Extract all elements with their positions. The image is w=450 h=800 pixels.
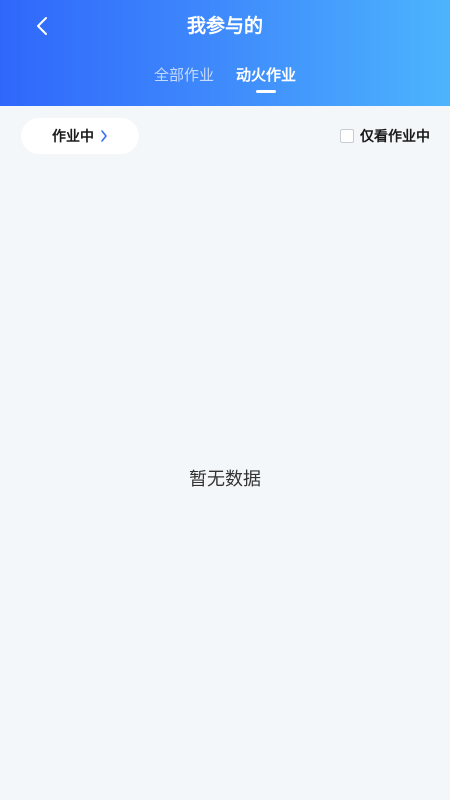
tab-bar: 全部作业 动火作业 (0, 63, 450, 93)
tab-all-work[interactable]: 全部作业 (154, 63, 214, 87)
header-bar: 我参与的 全部作业 动火作业 (0, 0, 450, 106)
status-filter-label: 作业中 (52, 129, 94, 145)
tab-hot-work[interactable]: 动火作业 (236, 63, 297, 93)
active-tab-indicator (256, 90, 276, 93)
only-working-label: 仅看作业中 (360, 129, 430, 145)
tab-hot-work-label: 动火作业 (236, 66, 297, 84)
empty-state-message: 暂无数据 (189, 469, 261, 490)
only-working-toggle[interactable]: 仅看作业中 (340, 126, 430, 146)
status-filter-button[interactable]: 作业中 (21, 118, 139, 154)
tab-all-work-label: 全部作业 (153, 66, 214, 84)
chevron-right-icon (101, 130, 107, 142)
only-working-checkbox[interactable] (340, 129, 354, 143)
page-title: 我参与的 (186, 15, 263, 37)
